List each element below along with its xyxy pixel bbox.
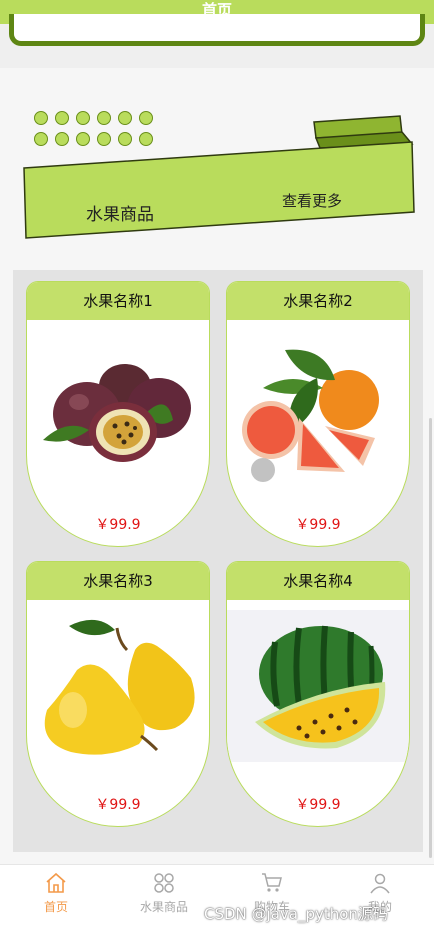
- product-card[interactable]: 水果名称4 ￥99.9: [226, 561, 410, 827]
- passion-fruit-image: [43, 364, 191, 462]
- product-card[interactable]: 水果名称1 ￥99.9: [26, 281, 210, 547]
- product-price: ￥99.9: [95, 517, 141, 533]
- watermelon-image: [227, 610, 409, 762]
- scrollbar[interactable]: [429, 418, 432, 858]
- section-header-ribbon: [23, 115, 415, 239]
- grapefruit-image: [242, 349, 379, 482]
- section-title: 水果商品: [86, 205, 154, 225]
- pear-image: [44, 619, 195, 755]
- tab-home[interactable]: 首页: [2, 865, 110, 935]
- tab-label: 首页: [43, 900, 68, 914]
- product-name: 水果名称3: [27, 562, 209, 600]
- grid-icon: [154, 873, 174, 893]
- home-icon: [46, 872, 66, 893]
- banner-frame: [9, 14, 425, 46]
- user-icon: [370, 873, 390, 894]
- product-name: 水果名称1: [27, 282, 209, 320]
- watermark: CSDN @java_python源码: [204, 905, 388, 923]
- product-card[interactable]: 水果名称3 ￥99.9: [26, 561, 210, 827]
- product-card[interactable]: 水果名称2 ￥99.9: [226, 281, 410, 547]
- tab-label: 水果商品: [139, 900, 188, 914]
- tab-mine[interactable]: 我的: [326, 865, 434, 935]
- product-name: 水果名称2: [227, 282, 409, 320]
- view-more-link[interactable]: 查看更多: [282, 190, 342, 211]
- product-price: ￥99.9: [295, 797, 341, 813]
- tab-fruit-products[interactable]: 水果商品: [110, 865, 218, 935]
- product-name: 水果名称4: [227, 562, 409, 600]
- cart-icon: [262, 873, 282, 892]
- bottom-tab-bar: 首页 水果商品 购物车 我的: [0, 864, 434, 935]
- product-price: ￥99.9: [295, 517, 341, 533]
- product-price: ￥99.9: [95, 797, 141, 813]
- tab-cart[interactable]: 购物车: [218, 865, 326, 935]
